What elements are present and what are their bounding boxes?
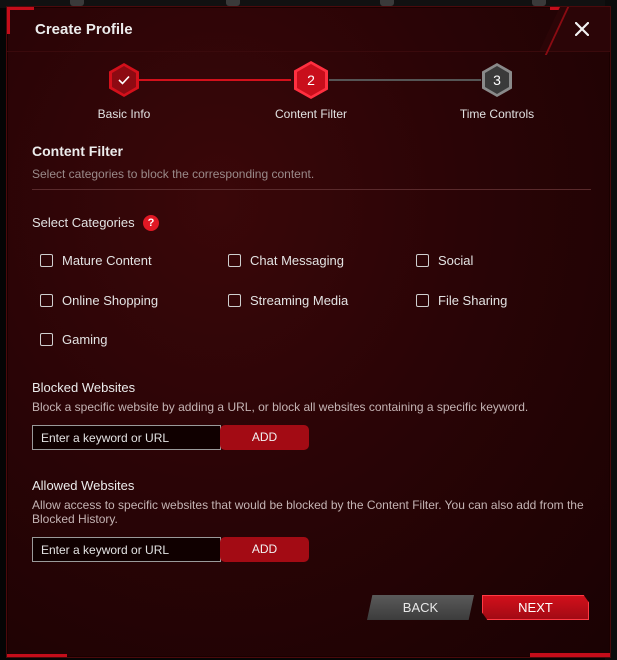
divider xyxy=(32,189,591,190)
check-icon xyxy=(118,75,130,85)
checkbox-file-sharing[interactable]: File Sharing xyxy=(416,293,507,308)
checkbox-label: Streaming Media xyxy=(250,293,349,308)
step-time-controls[interactable]: 3 Time Controls xyxy=(437,63,557,121)
checkbox-label: Mature Content xyxy=(62,253,152,268)
step-hexagon: 2 xyxy=(294,61,328,99)
checkbox-label: File Sharing xyxy=(438,293,508,308)
step-hexagon xyxy=(109,63,139,97)
checkbox-streaming-media[interactable]: Streaming Media xyxy=(228,293,348,308)
progress-stepper: Basic Info 2 Content Filter 3 Time Contr… xyxy=(7,61,610,133)
step-number: 2 xyxy=(307,72,315,88)
checkbox-box[interactable] xyxy=(416,254,429,267)
section-title: Content Filter xyxy=(32,143,123,159)
checkbox-box[interactable] xyxy=(228,294,241,307)
step-label: Time Controls xyxy=(459,107,535,121)
blocked-websites-title: Blocked Websites xyxy=(32,380,136,395)
checkbox-box[interactable] xyxy=(40,294,53,307)
step-hexagon: 3 xyxy=(482,63,512,97)
section-description: Select categories to block the correspon… xyxy=(32,167,315,181)
dialog-header: Create Profile xyxy=(7,7,610,55)
add-blocked-website-button[interactable]: ADD xyxy=(220,425,309,450)
checkbox-box[interactable] xyxy=(40,254,53,267)
step-basic-info[interactable]: Basic Info xyxy=(64,63,184,121)
blocked-website-input[interactable] xyxy=(32,425,221,450)
step-label: Content Filter xyxy=(274,107,348,121)
checkbox-box[interactable] xyxy=(40,333,53,346)
checkbox-mature-content[interactable]: Mature Content xyxy=(40,253,152,268)
create-profile-dialog: Create Profile Basic Info 2 Content Filt… xyxy=(6,6,611,658)
checkbox-label: Social xyxy=(438,253,474,268)
next-button[interactable]: NEXT xyxy=(482,595,589,620)
checkbox-gaming[interactable]: Gaming xyxy=(40,332,108,347)
step-label: Basic Info xyxy=(97,107,151,121)
blocked-websites-description: Block a specific website by adding a URL… xyxy=(32,400,529,414)
checkbox-chat-messaging[interactable]: Chat Messaging xyxy=(228,253,344,268)
corner-accent xyxy=(7,654,67,657)
allowed-website-input[interactable] xyxy=(32,537,221,562)
step-content-filter[interactable]: 2 Content Filter xyxy=(251,61,371,121)
help-icon[interactable]: ? xyxy=(143,215,159,231)
checkbox-box[interactable] xyxy=(416,294,429,307)
checkbox-label: Chat Messaging xyxy=(250,253,344,268)
checkbox-label: Online Shopping xyxy=(62,293,159,308)
back-button[interactable]: BACK xyxy=(367,595,474,620)
add-allowed-website-button[interactable]: ADD xyxy=(220,537,309,562)
checkbox-box[interactable] xyxy=(228,254,241,267)
allowed-websites-description: Allow access to specific websites that w… xyxy=(32,498,584,526)
close-icon[interactable] xyxy=(570,17,594,41)
checkbox-label: Gaming xyxy=(62,332,108,347)
checkbox-social[interactable]: Social xyxy=(416,253,473,268)
allowed-websites-title: Allowed Websites xyxy=(32,478,135,493)
select-categories-label: Select Categories xyxy=(32,215,135,230)
checkbox-online-shopping[interactable]: Online Shopping xyxy=(40,293,158,308)
dialog-title: Create Profile xyxy=(35,21,133,38)
step-number: 3 xyxy=(493,72,501,88)
